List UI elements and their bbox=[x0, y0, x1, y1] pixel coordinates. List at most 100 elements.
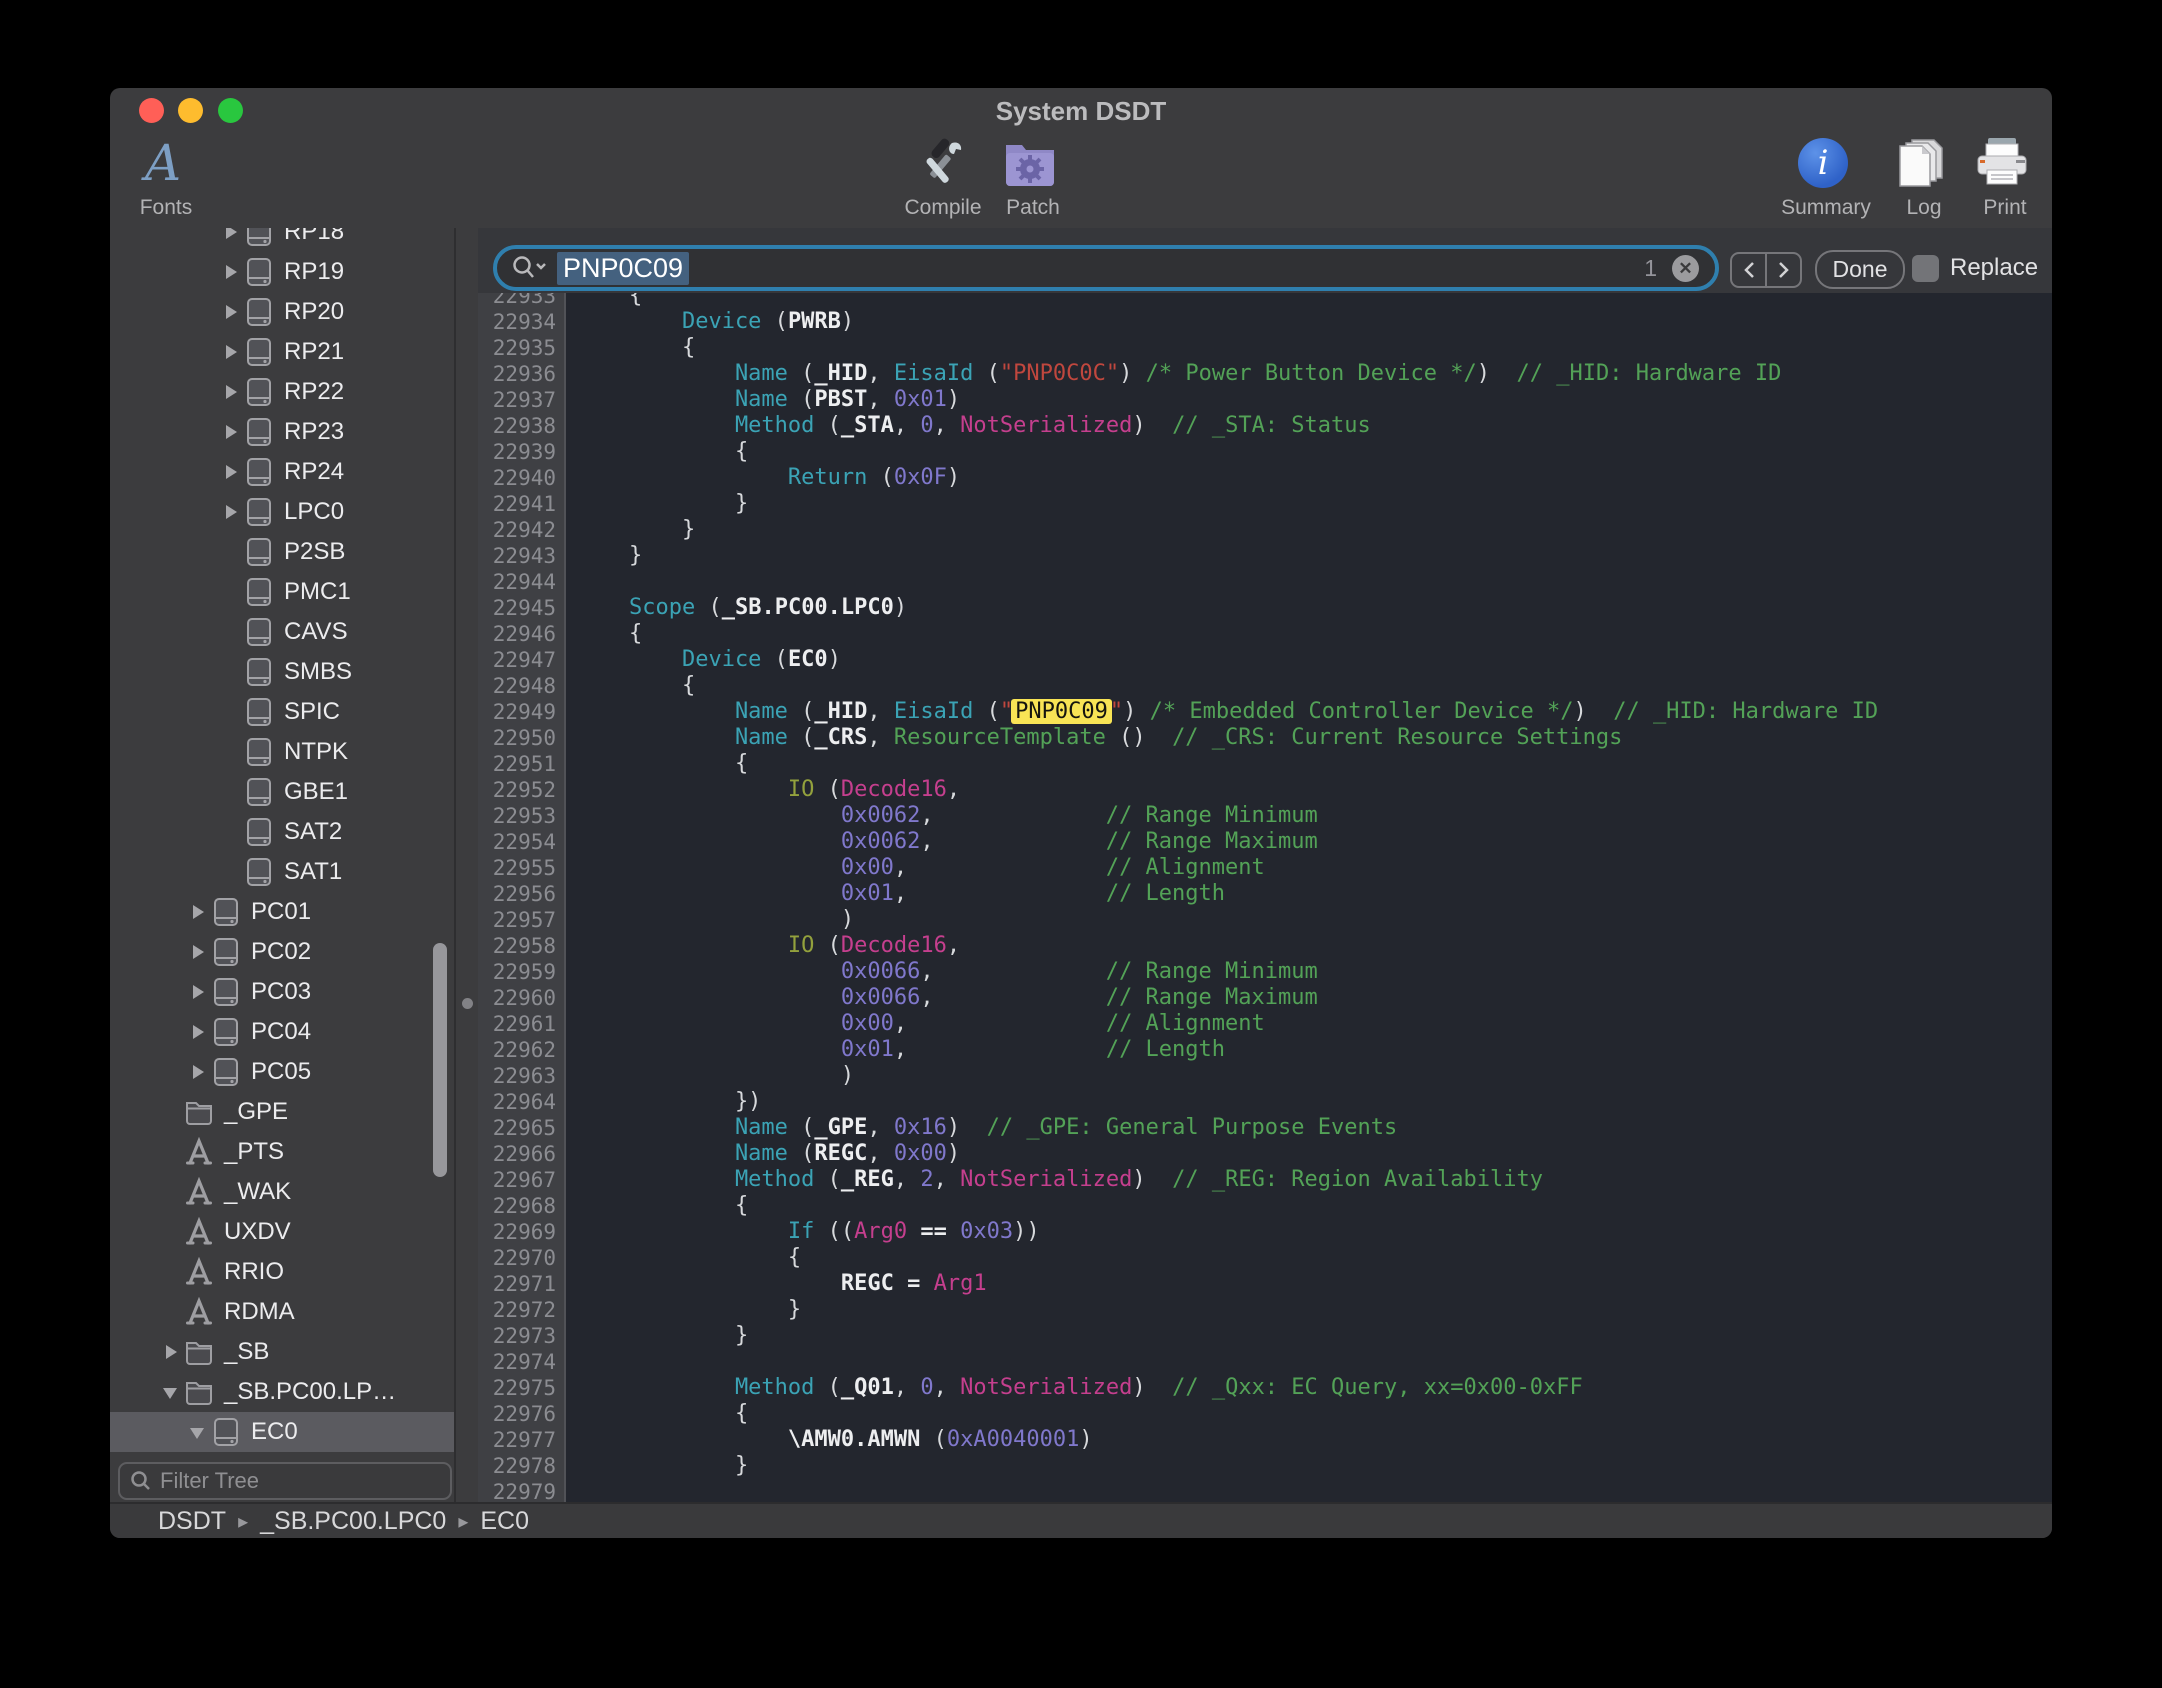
splitter-handle-dot[interactable] bbox=[462, 998, 473, 1009]
code-text: } bbox=[566, 491, 748, 517]
code-text: Return (0x0F) bbox=[566, 465, 960, 491]
tree-item[interactable]: PC01 bbox=[110, 892, 454, 932]
disclosure-triangle[interactable] bbox=[222, 423, 244, 441]
disclosure-triangle[interactable] bbox=[189, 983, 211, 1001]
code-text: { bbox=[566, 673, 695, 699]
disclosure-triangle[interactable] bbox=[222, 383, 244, 401]
tree-item[interactable]: SAT1 bbox=[110, 852, 454, 892]
code-line: 22960 0x0066, // Range Maximum bbox=[478, 985, 2052, 1011]
tree-item-label: SAT1 bbox=[284, 858, 342, 886]
tree-item[interactable]: RRIO bbox=[110, 1252, 454, 1292]
fonts-button[interactable]: A Fonts bbox=[118, 132, 208, 228]
device-icon bbox=[211, 897, 245, 927]
tree-item[interactable]: PC05 bbox=[110, 1052, 454, 1092]
tree-item[interactable]: P2SB bbox=[110, 532, 454, 572]
find-next-button[interactable] bbox=[1765, 254, 1800, 286]
patch-button[interactable]: Patch bbox=[978, 132, 1082, 228]
tree-item[interactable]: EC0 bbox=[110, 1412, 454, 1452]
tree-item[interactable]: RP20 bbox=[110, 292, 454, 332]
filter-tree-input[interactable]: Filter Tree bbox=[118, 1462, 452, 1500]
tree-item[interactable]: CAVS bbox=[110, 612, 454, 652]
sidebar-scrollbar[interactable] bbox=[433, 943, 447, 1177]
done-button[interactable]: Done bbox=[1815, 250, 1905, 289]
method-icon bbox=[184, 1177, 218, 1207]
disclosure-triangle[interactable] bbox=[162, 1343, 184, 1361]
search-input[interactable]: PNP0C09 1 ✕ bbox=[493, 245, 1719, 291]
tree-item[interactable]: PC02 bbox=[110, 932, 454, 972]
breadcrumb-item[interactable]: EC0 bbox=[480, 1507, 529, 1536]
print-button[interactable]: Print bbox=[1962, 132, 2042, 228]
code-line: 22950 Name (_CRS, ResourceTemplate () //… bbox=[478, 725, 2052, 751]
replace-label[interactable]: Replace bbox=[1950, 254, 2038, 282]
tree-item[interactable]: PC04 bbox=[110, 1012, 454, 1052]
device-icon bbox=[244, 697, 278, 727]
line-number: 22935 bbox=[478, 335, 566, 361]
tree-item[interactable]: _GPE bbox=[110, 1092, 454, 1132]
tree-item[interactable]: UXDV bbox=[110, 1212, 454, 1252]
disclosure-triangle[interactable] bbox=[162, 1383, 184, 1401]
disclosure-triangle[interactable] bbox=[189, 1423, 211, 1441]
code-text: 0x01, // Length bbox=[566, 1037, 1225, 1063]
tree-item[interactable]: RP18 bbox=[110, 228, 454, 252]
method-icon bbox=[184, 1217, 218, 1247]
tree-item[interactable]: PC03 bbox=[110, 972, 454, 1012]
clear-search-button[interactable]: ✕ bbox=[1672, 255, 1699, 282]
search-menu-icon[interactable] bbox=[511, 255, 547, 281]
tree-item[interactable]: GBE1 bbox=[110, 772, 454, 812]
code-line: 22964 }) bbox=[478, 1089, 2052, 1115]
log-button[interactable]: Log bbox=[1886, 132, 1956, 228]
disclosure-triangle[interactable] bbox=[222, 503, 244, 521]
tree-item[interactable]: RP23 bbox=[110, 412, 454, 452]
tree-item-label: PC05 bbox=[251, 1058, 311, 1086]
tree-item[interactable]: RP24 bbox=[110, 452, 454, 492]
tree-item[interactable]: _PTS bbox=[110, 1132, 454, 1172]
tree-item-label: PC01 bbox=[251, 898, 311, 926]
tree-item[interactable]: LPC0 bbox=[110, 492, 454, 532]
tree-item[interactable]: _SB bbox=[110, 1332, 454, 1372]
line-number: 22949 bbox=[478, 699, 566, 725]
disclosure-triangle[interactable] bbox=[222, 343, 244, 361]
tree-item[interactable]: _WAK bbox=[110, 1172, 454, 1212]
code-text: Name (REGC, 0x00) bbox=[566, 1141, 960, 1167]
tree-item[interactable]: RP19 bbox=[110, 252, 454, 292]
disclosure-triangle[interactable] bbox=[222, 263, 244, 281]
tree-item[interactable]: NTPK bbox=[110, 732, 454, 772]
disclosure-triangle[interactable] bbox=[189, 943, 211, 961]
line-number: 22967 bbox=[478, 1167, 566, 1193]
tree-item[interactable]: SMBS bbox=[110, 652, 454, 692]
tree-item[interactable]: RP22 bbox=[110, 372, 454, 412]
tree-item[interactable]: SPIC bbox=[110, 692, 454, 732]
device-icon bbox=[244, 457, 278, 487]
disclosure-triangle[interactable] bbox=[189, 1063, 211, 1081]
find-previous-button[interactable] bbox=[1732, 254, 1765, 286]
replace-checkbox[interactable] bbox=[1912, 255, 1939, 282]
code-text: }) bbox=[566, 1089, 761, 1115]
summary-button[interactable]: i Summary bbox=[1762, 132, 1884, 228]
code-line: 22974 bbox=[478, 1349, 2052, 1375]
tree-item[interactable]: _SB.PC00.LP… bbox=[110, 1372, 454, 1412]
code-line: 22943 } bbox=[478, 543, 2052, 569]
breadcrumb-item[interactable]: _SB.PC00.LPC0 bbox=[260, 1507, 446, 1536]
find-navigation bbox=[1730, 252, 1802, 288]
disclosure-triangle[interactable] bbox=[189, 1023, 211, 1041]
code-line: 22946 { bbox=[478, 621, 2052, 647]
disclosure-triangle[interactable] bbox=[222, 303, 244, 321]
code-text bbox=[566, 1479, 576, 1502]
line-number: 22953 bbox=[478, 803, 566, 829]
line-number: 22962 bbox=[478, 1037, 566, 1063]
disclosure-triangle[interactable] bbox=[222, 463, 244, 481]
device-icon bbox=[244, 657, 278, 687]
breadcrumb-item[interactable]: DSDT bbox=[158, 1507, 226, 1536]
code-editor[interactable]: 22933 { 22934 Device (PWRB) 22935 { 2293… bbox=[478, 293, 2052, 1502]
code-text: \AMW0.AMWN (0xA0040001) bbox=[566, 1427, 1093, 1453]
pane-splitter[interactable] bbox=[454, 228, 480, 1502]
code-line: 22961 0x00, // Alignment bbox=[478, 1011, 2052, 1037]
code-line: 22966 Name (REGC, 0x00) bbox=[478, 1141, 2052, 1167]
tree-item[interactable]: RDMA bbox=[110, 1292, 454, 1332]
disclosure-triangle[interactable] bbox=[222, 228, 244, 241]
tree-item[interactable]: PMC1 bbox=[110, 572, 454, 612]
device-icon bbox=[244, 817, 278, 847]
tree-item[interactable]: RP21 bbox=[110, 332, 454, 372]
tree-item[interactable]: SAT2 bbox=[110, 812, 454, 852]
disclosure-triangle[interactable] bbox=[189, 903, 211, 921]
